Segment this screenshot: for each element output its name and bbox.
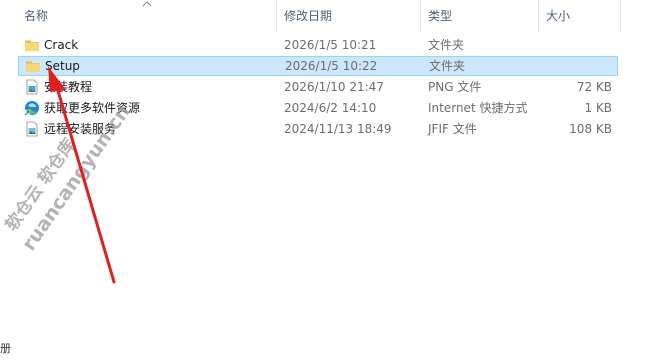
file-row-crack[interactable]: Crack 2026/1/5 10:21 文件夹 <box>18 35 618 55</box>
folder-icon <box>26 61 40 72</box>
column-divider[interactable] <box>538 0 539 32</box>
column-divider[interactable] <box>620 0 621 32</box>
column-header-name-label: 名称 <box>24 9 49 23</box>
column-header-size[interactable]: 大小 <box>540 0 620 32</box>
file-type: 文件夹 <box>428 38 465 52</box>
column-header-size-label: 大小 <box>546 9 571 23</box>
file-row-more-resources[interactable]: 获取更多软件资源 2024/6/2 14:10 Internet 快捷方式 1 … <box>18 98 618 118</box>
file-modified: 2026/1/10 21:47 <box>284 80 384 94</box>
file-modified: 2024/11/13 18:49 <box>284 122 392 136</box>
png-file-icon <box>26 79 38 95</box>
column-header-modified[interactable]: 修改日期 <box>278 0 420 32</box>
file-type: Internet 快捷方式 <box>428 101 528 115</box>
column-divider[interactable] <box>276 0 277 32</box>
file-name: 安装教程 <box>44 80 93 94</box>
file-type: PNG 文件 <box>428 80 482 94</box>
watermark-line1: 软仓云 软仓库 <box>1 134 80 234</box>
file-modified: 2026/1/5 10:21 <box>284 38 377 52</box>
file-type: 文件夹 <box>429 59 466 73</box>
folder-icon <box>25 40 39 51</box>
file-explorer-window: 名称 修改日期 类型 大小 Crack 2026/1/5 10:21 文件夹 S… <box>0 0 670 360</box>
column-header-modified-label: 修改日期 <box>284 9 333 23</box>
file-row-install-guide[interactable]: 安装教程 2026/1/10 21:47 PNG 文件 72 KB <box>18 77 618 97</box>
file-name: 远程安装服务 <box>44 122 117 136</box>
file-type: JFIF 文件 <box>428 122 477 136</box>
column-header-type[interactable]: 类型 <box>422 0 538 32</box>
jfif-file-icon <box>26 121 38 137</box>
column-header-bar: 名称 修改日期 类型 大小 <box>0 0 670 32</box>
file-size: 1 KB <box>584 101 612 115</box>
file-modified: 2024/6/2 14:10 <box>284 101 377 115</box>
file-modified: 2026/1/5 10:22 <box>285 59 378 73</box>
edge-shortcut-icon <box>24 101 39 116</box>
column-header-type-label: 类型 <box>428 9 453 23</box>
file-row-remote-install[interactable]: 远程安装服务 2024/11/13 18:49 JFIF 文件 108 KB <box>18 119 618 139</box>
file-name: 获取更多软件资源 <box>44 101 141 115</box>
column-divider[interactable] <box>420 0 421 32</box>
file-name: Crack <box>44 38 79 52</box>
file-name: Setup <box>45 59 80 73</box>
file-size: 108 KB <box>569 122 612 136</box>
file-row-setup[interactable]: Setup 2026/1/5 10:22 文件夹 <box>18 56 618 76</box>
sort-ascending-icon <box>142 1 152 7</box>
file-size: 72 KB <box>576 80 612 94</box>
partial-text: 册 <box>0 342 11 355</box>
